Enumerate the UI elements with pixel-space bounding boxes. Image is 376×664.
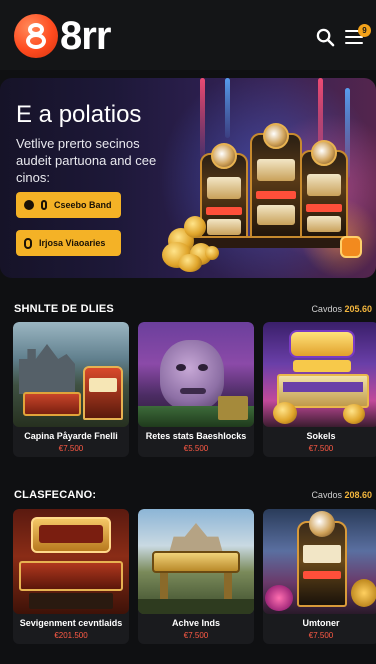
slot-machine-art [200, 143, 248, 243]
logo-icon[interactable] [14, 14, 58, 58]
app-header: 8rr 9 [0, 0, 376, 70]
hero-secondary-button[interactable]: Irjosa Viaoaries [16, 230, 121, 256]
pin-icon [24, 200, 34, 210]
game-thumbnail [263, 509, 376, 614]
game-card-value: €7.500 [183, 631, 209, 640]
game-card-value: €5.500 [183, 444, 209, 453]
hero-banner[interactable]: E a polatios Vetlive prerto secinos aude… [0, 78, 376, 278]
coin-icon [41, 200, 47, 210]
game-thumbnail [13, 322, 129, 427]
slot-machine-art [300, 140, 348, 242]
hero-primary-button-label: Cseebo Band [54, 200, 112, 210]
section-title-featured: SHNLTE DE DLIES [14, 303, 114, 315]
game-thumbnail [138, 322, 254, 427]
game-card[interactable]: Sevigenment cevntlaids €201.500 [13, 509, 129, 644]
hero-subtitle: Vetlive prerto secinos audeit partuona a… [16, 136, 157, 185]
game-thumbnail [138, 509, 254, 614]
game-card-title: Sevigenment cevntlaids [19, 618, 123, 628]
section-more-label: Cavdos [311, 304, 342, 314]
section-more-label: Cavdos [311, 490, 342, 500]
game-card-value: €7.500 [58, 444, 84, 453]
section-more-value: 205.60 [344, 304, 372, 314]
game-card[interactable]: Umtoner €7.500 [263, 509, 376, 644]
game-thumbnail [13, 509, 129, 614]
coin-icon [24, 237, 32, 249]
section-more-value: 208.60 [344, 490, 372, 500]
game-card-title: Achve Inds [171, 618, 220, 628]
game-card-value: €201.500 [54, 631, 88, 640]
notification-badge: 9 [358, 24, 371, 37]
chip-icon [340, 236, 362, 258]
game-card-value: €7.500 [308, 444, 334, 453]
game-card-title: Retes stats Baeshlocks [145, 431, 247, 441]
section-title-classic: CLASFECANO: [14, 489, 97, 501]
game-card-value: €7.500 [308, 631, 334, 640]
game-card[interactable]: Retes stats Baeshlocks €5.500 [138, 322, 254, 457]
game-card[interactable]: Sokels €7.500 [263, 322, 376, 457]
section-more-link[interactable]: Cavdos 205.60 [311, 304, 372, 314]
hero-secondary-button-label: Irjosa Viaoaries [39, 238, 106, 248]
hero-primary-button[interactable]: Cseebo Band [16, 192, 121, 218]
game-card-title: Sokels [306, 431, 336, 441]
hero-title: E a polatios [16, 101, 142, 128]
game-card[interactable]: Capina Påyarde Fnelli €7.500 [13, 322, 129, 457]
search-icon[interactable] [316, 28, 335, 47]
slot-machine-art [250, 123, 302, 245]
game-thumbnail [263, 322, 376, 427]
section-more-link[interactable]: Cavdos 208.60 [311, 490, 372, 500]
game-card[interactable]: Achve Inds €7.500 [138, 509, 254, 644]
game-card-title: Umtoner [302, 618, 340, 628]
logo-text[interactable]: 8rr [60, 13, 111, 59]
game-card-title: Capina Påyarde Fnelli [24, 431, 118, 441]
